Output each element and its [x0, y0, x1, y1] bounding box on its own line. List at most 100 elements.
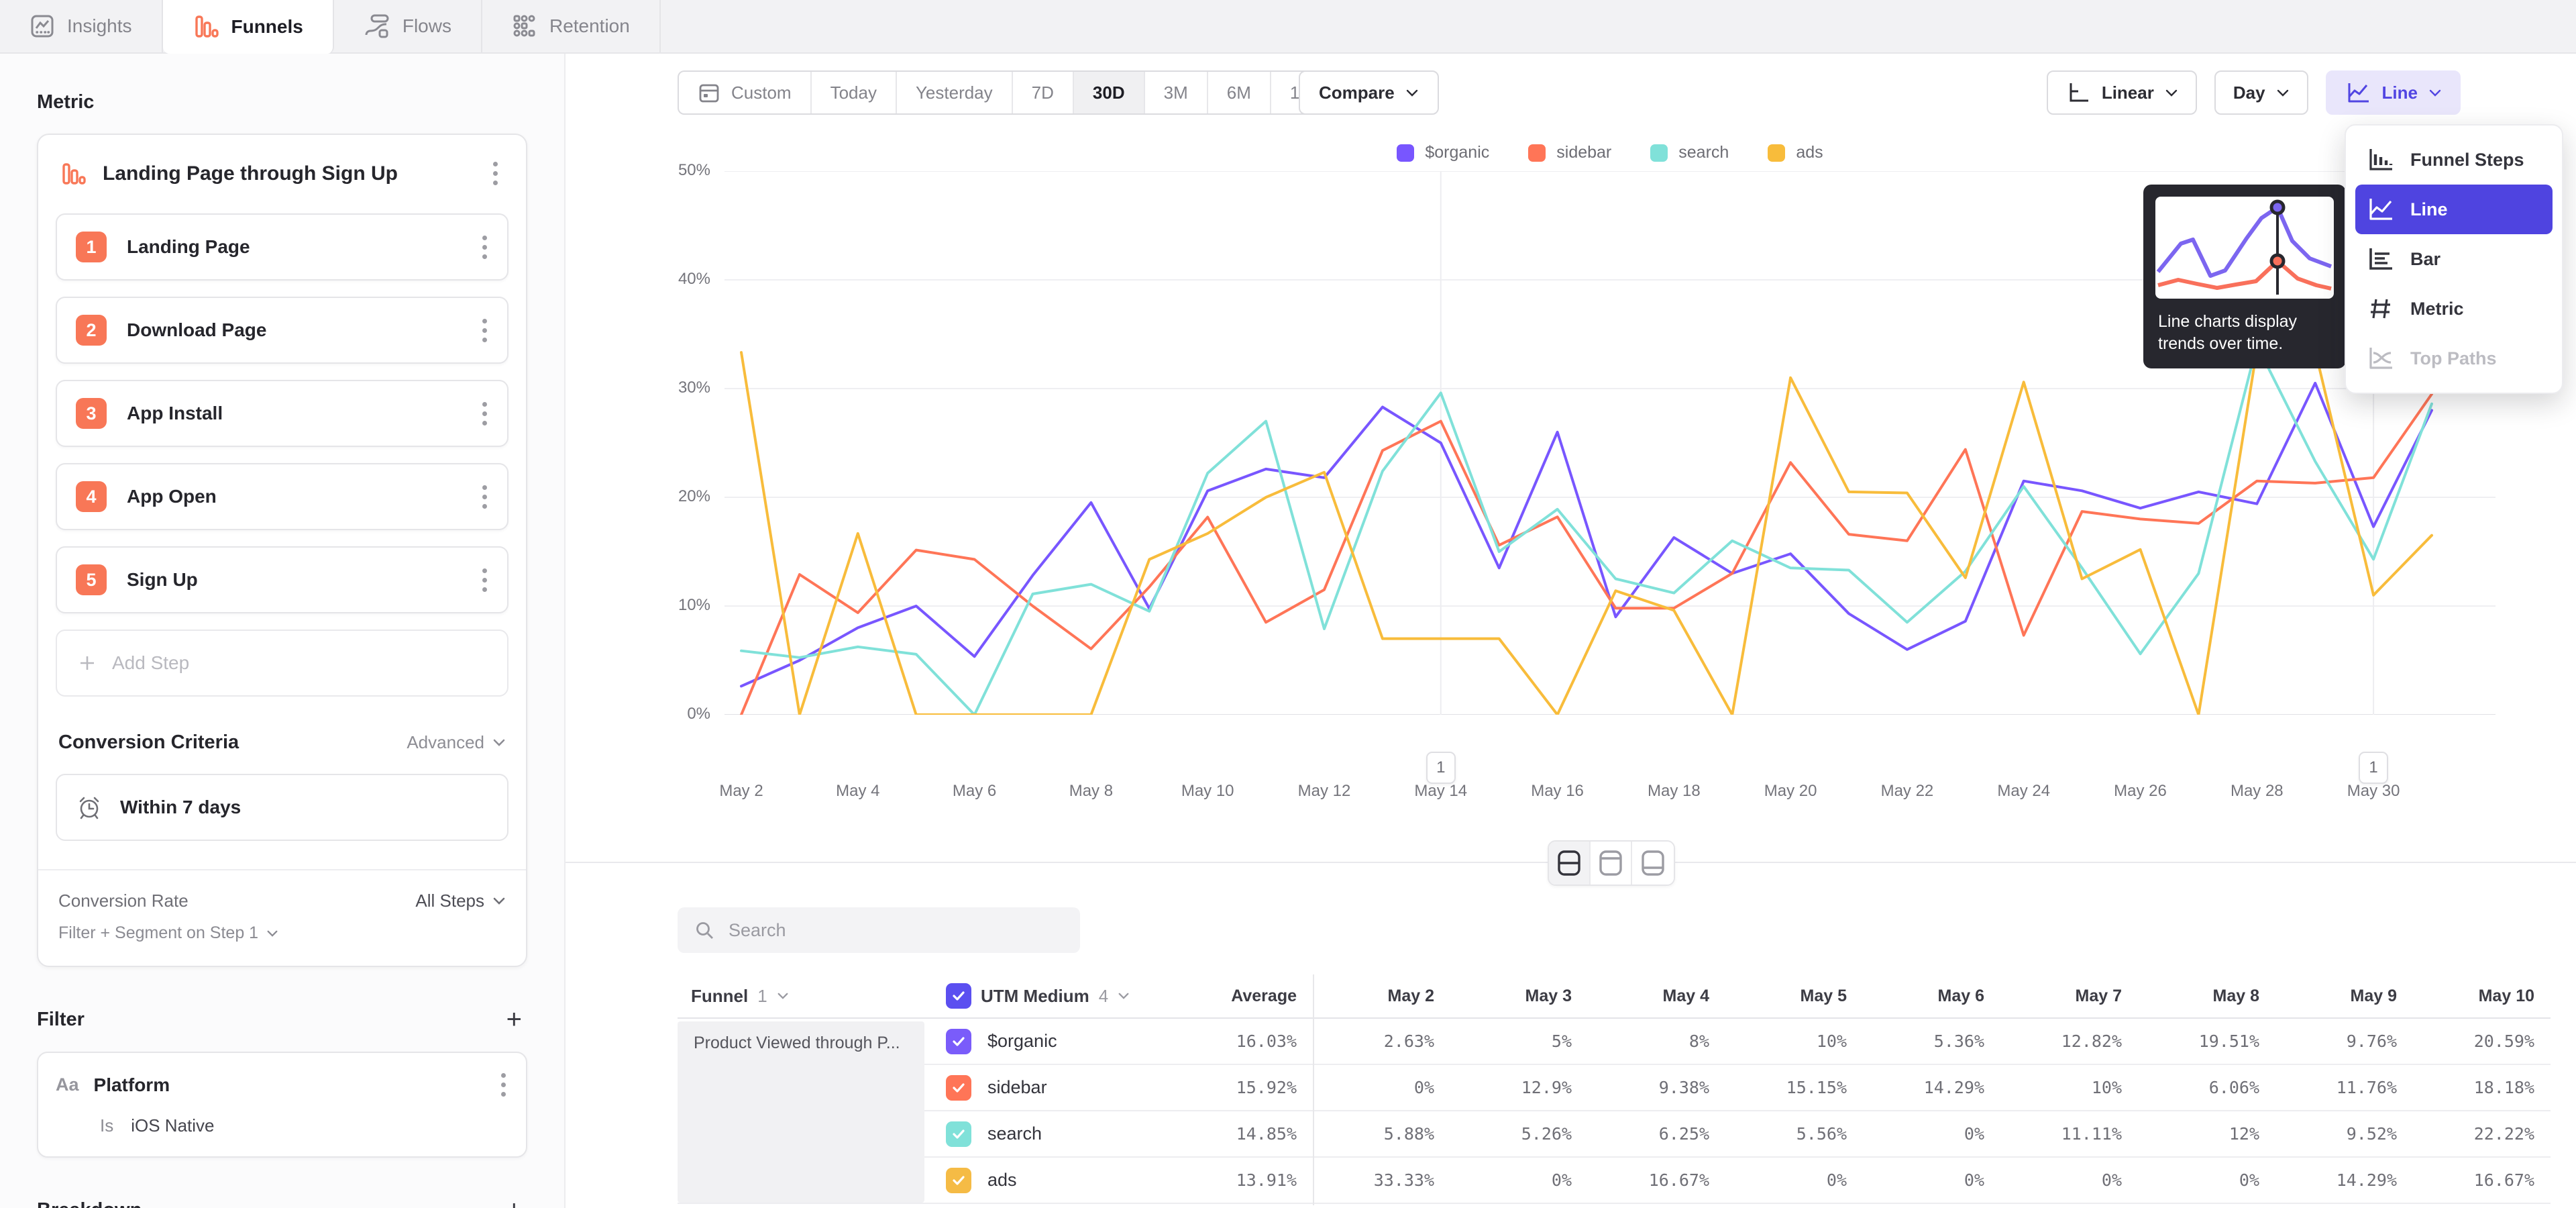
funnel-step-2[interactable]: 2Download Page: [56, 297, 508, 364]
legend-item-sidebar[interactable]: sidebar: [1528, 143, 1611, 162]
annotation-badge[interactable]: 1: [1426, 752, 1456, 784]
scale-dropdown[interactable]: Linear: [2047, 70, 2197, 115]
y-axis-label: 50%: [637, 161, 710, 180]
date-column-header[interactable]: May 7: [2000, 987, 2138, 1006]
filter-card[interactable]: Aa Platform Is iOS Native: [37, 1052, 527, 1158]
layout-split-button[interactable]: [1549, 842, 1591, 885]
date-column-header[interactable]: May 5: [1725, 987, 1863, 1006]
funnel-step-3[interactable]: 3App Install: [56, 380, 508, 447]
cell-value: 18.18%: [2413, 1078, 2551, 1097]
date-column-header[interactable]: May 3: [1450, 987, 1588, 1006]
tab-insights[interactable]: Insights: [0, 0, 163, 52]
filter-kebab-menu[interactable]: [494, 1069, 513, 1101]
chevron-down-icon: [2276, 89, 2290, 97]
menu-item-funnel-steps[interactable]: Funnel Steps: [2355, 135, 2553, 185]
app-root: InsightsFunnels Flows Retention Metric Lan…: [0, 0, 2576, 1208]
conversion-window-control[interactable]: Within 7 days: [56, 774, 508, 841]
layout-table-only-button[interactable]: [1632, 842, 1674, 885]
row-checkbox-organic[interactable]: [946, 1029, 971, 1054]
funnel-column-dropdown[interactable]: Funnel1: [691, 986, 946, 1007]
funnel-step-4[interactable]: 4App Open: [56, 463, 508, 530]
range-custom[interactable]: Custom: [679, 72, 812, 113]
series-line-ads: [741, 350, 2432, 715]
cell-value: 33.33%: [1313, 1170, 1450, 1190]
add-breakdown-button[interactable]: +: [501, 1197, 527, 1208]
breakdown-section-header: Breakdown +: [37, 1197, 527, 1208]
date-column-header[interactable]: May 6: [1863, 987, 2000, 1006]
row-checkbox-sidebar[interactable]: [946, 1075, 971, 1101]
step-number-badge: 5: [76, 564, 107, 595]
range-label: 30D: [1093, 83, 1125, 103]
x-axis-label: May 28: [2231, 782, 2284, 801]
all-steps-dropdown[interactable]: All Steps: [415, 891, 506, 911]
advanced-dropdown[interactable]: Advanced: [407, 732, 506, 753]
tab-flows[interactable]: Flows: [334, 0, 482, 52]
date-column-header[interactable]: May 4: [1588, 987, 1725, 1006]
funnel-step-1[interactable]: 1Landing Page: [56, 213, 508, 281]
compare-button[interactable]: Compare: [1299, 70, 1439, 115]
menu-item-metric[interactable]: Metric: [2355, 284, 2553, 334]
step-number-badge: 3: [76, 398, 107, 429]
tab-label: Flows: [402, 15, 451, 37]
tab-retention[interactable]: Retention: [482, 0, 661, 52]
menu-item-line[interactable]: Line: [2355, 185, 2553, 234]
cell-value: 5.88%: [1313, 1124, 1450, 1144]
row-checkbox-search[interactable]: [946, 1121, 971, 1147]
chart-type-dropdown[interactable]: Line: [2326, 70, 2461, 115]
table-row-sidebar: sidebar15.92%0%12.9%9.38%15.15%14.29%10%…: [678, 1065, 2551, 1111]
filter-segment-dropdown[interactable]: Filter + Segment on Step 1: [58, 923, 506, 943]
query-builder-sidebar: Metric Landing Page through Sign Up 1Lan…: [0, 54, 566, 1208]
step-kebab-menu[interactable]: [476, 315, 494, 346]
funnel-steps-icon: [2366, 146, 2396, 173]
funnel-step-5[interactable]: 5Sign Up: [56, 546, 508, 613]
step-kebab-menu[interactable]: [476, 481, 494, 513]
range-30d[interactable]: 30D: [1074, 72, 1145, 113]
retention-icon: [512, 13, 537, 39]
date-column-header[interactable]: May 10: [2413, 987, 2551, 1006]
date-column-header[interactable]: May 9: [2275, 987, 2413, 1006]
line-chart-icon: [2366, 196, 2396, 223]
interval-dropdown[interactable]: Day: [2214, 70, 2308, 115]
layout-chart-only-button[interactable]: [1591, 842, 1632, 885]
add-step-button[interactable]: Add Step: [56, 630, 508, 697]
range-yesterday[interactable]: Yesterday: [897, 72, 1013, 113]
cell-value: 0%: [1313, 1078, 1450, 1097]
funnel-metric-header[interactable]: Landing Page through Sign Up: [56, 158, 508, 189]
date-column-header[interactable]: May 8: [2138, 987, 2275, 1006]
filter-property-label: Platform: [94, 1074, 480, 1096]
x-axis-label: May 14: [1414, 782, 1467, 801]
x-axis-label: May 24: [1997, 782, 2050, 801]
annotation-badge[interactable]: 1: [2359, 752, 2388, 784]
funnel-kebab-menu[interactable]: [486, 158, 504, 189]
menu-item-label: Funnel Steps: [2410, 150, 2524, 170]
step-kebab-menu[interactable]: [476, 564, 494, 596]
breakdown-column-dropdown[interactable]: UTM Medium4: [946, 983, 1161, 1009]
cell-value: 10%: [2000, 1078, 2138, 1097]
range-6m[interactable]: 6M: [1208, 72, 1271, 113]
range-7d[interactable]: 7D: [1013, 72, 1074, 113]
filter-condition[interactable]: Is iOS Native: [100, 1115, 513, 1136]
cell-value: 2.63%: [1313, 1031, 1450, 1051]
select-all-checkbox[interactable]: [946, 983, 971, 1009]
funnel-name-cell[interactable]: Product Viewed through P...: [678, 1021, 924, 1203]
scale-label: Linear: [2102, 83, 2154, 103]
range-3m[interactable]: 3M: [1145, 72, 1208, 113]
funnel-steps-list: 1Landing Page 2Download Page 3App Install 4…: [56, 213, 508, 613]
legend-item-ads[interactable]: ads: [1768, 143, 1823, 162]
layout-toggle-group: [1548, 840, 1675, 886]
add-filter-button[interactable]: +: [501, 1006, 527, 1033]
average-column-header[interactable]: Average: [1161, 987, 1313, 1006]
legend-item-organic[interactable]: $organic: [1397, 143, 1489, 162]
row-checkbox-ads[interactable]: [946, 1168, 971, 1193]
step-kebab-menu[interactable]: [476, 398, 494, 430]
legend-item-search[interactable]: search: [1650, 143, 1729, 162]
date-range-picker: CustomTodayYesterday7D30D3M6M12M: [678, 70, 1344, 115]
table-search-input[interactable]: Search: [678, 907, 1080, 953]
chevron-down-icon: [266, 929, 278, 938]
range-today[interactable]: Today: [812, 72, 897, 113]
tab-funnels[interactable]: Funnels: [163, 0, 334, 54]
menu-item-bar[interactable]: Bar: [2355, 234, 2553, 284]
legend-label: ads: [1796, 143, 1823, 162]
step-kebab-menu[interactable]: [476, 232, 494, 263]
date-column-header[interactable]: May 2: [1313, 987, 1450, 1006]
